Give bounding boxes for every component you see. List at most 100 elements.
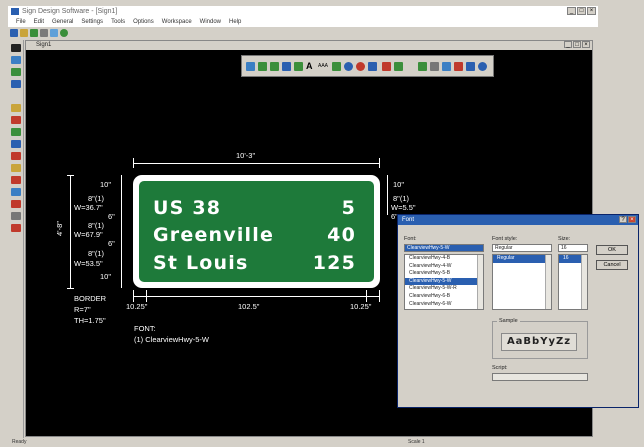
window-title: Sign Design Software - [Sign1] (22, 8, 118, 15)
font-list-item[interactable]: ClearviewHwy-4-B (405, 255, 483, 263)
zoom-icon[interactable] (50, 29, 58, 37)
font-name-input[interactable]: ClearviewHwy-5-W (404, 244, 484, 252)
rotate-tool-icon[interactable] (11, 188, 21, 196)
stop-icon[interactable] (356, 62, 365, 71)
move-tool-icon[interactable] (11, 176, 21, 184)
menu-options[interactable]: Options (133, 17, 154, 27)
panel-icon[interactable] (270, 62, 279, 71)
panel-tool-icon[interactable] (11, 224, 21, 232)
font-icon[interactable]: AAA (318, 62, 328, 71)
measure-tool-icon[interactable] (11, 212, 21, 220)
drawing-title: Sign1 (36, 42, 52, 48)
save-icon[interactable] (30, 29, 38, 37)
distance-1: 5 (341, 197, 356, 219)
open-icon[interactable] (20, 29, 28, 37)
align-tool-icon[interactable] (11, 200, 21, 208)
font-list-item[interactable]: ClearviewHwy-5-B (405, 270, 483, 278)
left-margin-dimension: 10.25" (126, 302, 148, 311)
menu-window[interactable]: Window (200, 17, 221, 27)
redo-icon[interactable] (466, 62, 475, 71)
fill-icon[interactable] (294, 62, 303, 71)
left-dim-8: 8"(1) (88, 249, 104, 258)
new-icon[interactable] (10, 29, 18, 37)
menu-file[interactable]: File (16, 17, 26, 27)
overall-height-dimension: 4'-8" (55, 221, 64, 236)
text-tool-icon[interactable] (11, 104, 21, 112)
copy-icon[interactable] (282, 62, 291, 71)
font-style-list[interactable]: Regular (492, 254, 552, 310)
arc-tool-icon[interactable] (11, 80, 21, 88)
globe-icon[interactable] (60, 29, 68, 37)
left-dim-2: 8"(1) (88, 194, 104, 203)
menu-general[interactable]: General (52, 17, 73, 27)
minimize-button[interactable]: _ (567, 7, 576, 15)
shield-tool-icon[interactable] (11, 128, 21, 136)
menu-workspace[interactable]: Workspace (162, 17, 192, 27)
help-button[interactable]: ? (619, 216, 627, 223)
left-dim-5: 8"(1) (88, 221, 104, 230)
border-tool-icon[interactable] (11, 164, 21, 172)
drawing-maximize-button[interactable]: □ (573, 41, 581, 48)
sample-label: Sample (497, 318, 520, 324)
menu-tools[interactable]: Tools (111, 17, 125, 27)
cancel-button[interactable]: Cancel (596, 260, 628, 270)
image-icon[interactable] (442, 62, 451, 71)
drawing-minimize-button[interactable]: _ (564, 41, 572, 48)
rectangle-tool-icon[interactable] (11, 68, 21, 76)
right-dim-3: W=5.5" (391, 203, 416, 212)
sign-line-3[interactable]: St Louis 125 (153, 252, 356, 274)
font-list-item[interactable]: ClearviewHwy-6-B (405, 293, 483, 301)
font-style-item[interactable]: Regular (493, 255, 551, 263)
pointer-icon[interactable] (246, 62, 255, 71)
delete-tool-icon[interactable] (11, 152, 21, 160)
font-list-item[interactable]: ClearviewHwy-6-W (405, 301, 483, 309)
undo-icon[interactable] (454, 62, 463, 71)
grid-icon[interactable] (418, 62, 427, 71)
script-select[interactable] (492, 373, 588, 381)
pencil-icon[interactable] (258, 62, 267, 71)
font-dialog-close-button[interactable]: × (628, 216, 636, 223)
overall-width-line (133, 163, 380, 164)
close-button[interactable]: × (587, 7, 596, 15)
interstate-icon[interactable] (394, 62, 403, 71)
warning-icon[interactable] (382, 62, 391, 71)
ok-button[interactable]: OK (596, 245, 628, 255)
zoom-icon[interactable] (478, 62, 487, 71)
font-name-list[interactable]: ClearviewHwy-4-B ClearviewHwy-4-W Clearv… (404, 254, 484, 310)
size-list-scrollbar[interactable] (581, 255, 587, 309)
size-input[interactable]: 16 (558, 244, 588, 252)
line-tool-icon[interactable] (11, 56, 21, 64)
maximize-button[interactable]: □ (577, 7, 586, 15)
menu-settings[interactable]: Settings (81, 17, 103, 27)
font-style-scrollbar[interactable] (545, 255, 551, 309)
app-icon (11, 8, 19, 15)
select-tool-icon[interactable] (11, 44, 21, 52)
distance-3: 125 (312, 252, 356, 274)
font-label: Font: (404, 236, 417, 242)
application-window: Sign Design Software - [Sign1] _ □ × Fil… (0, 0, 644, 447)
shield-icon[interactable] (332, 62, 341, 71)
circle-icon[interactable] (344, 62, 353, 71)
route-icon[interactable] (368, 62, 377, 71)
sign-panel[interactable]: US 38 5 Greenville 40 St Louis 125 (133, 175, 380, 288)
dimension-tool-icon[interactable] (11, 140, 21, 148)
sign-line-1[interactable]: US 38 5 (153, 197, 356, 219)
destination-3: St Louis (153, 252, 249, 274)
menu-edit[interactable]: Edit (34, 17, 44, 27)
left-dim-7: 6" (108, 239, 115, 248)
font-list-item[interactable]: ClearviewHwy-4-W (405, 263, 483, 271)
overall-height-line (70, 175, 71, 288)
font-note-value: (1) ClearviewHwy-5-W (134, 335, 210, 344)
layer-icon[interactable] (430, 62, 439, 71)
font-list-item-selected[interactable]: ClearviewHwy-5-W (405, 277, 483, 286)
drawing-close-button[interactable]: × (582, 41, 590, 48)
size-list[interactable]: 16 (558, 254, 588, 310)
text-icon[interactable]: A (306, 62, 315, 71)
font-list-scrollbar[interactable] (477, 255, 483, 309)
menu-help[interactable]: Help (229, 17, 241, 27)
font-style-input[interactable]: Regular (492, 244, 552, 252)
print-icon[interactable] (40, 29, 48, 37)
font-list-item[interactable]: ClearviewHwy-5-W-R (405, 285, 483, 293)
arrow-tool-icon[interactable] (11, 116, 21, 124)
sign-line-2[interactable]: Greenville 40 (153, 224, 356, 246)
